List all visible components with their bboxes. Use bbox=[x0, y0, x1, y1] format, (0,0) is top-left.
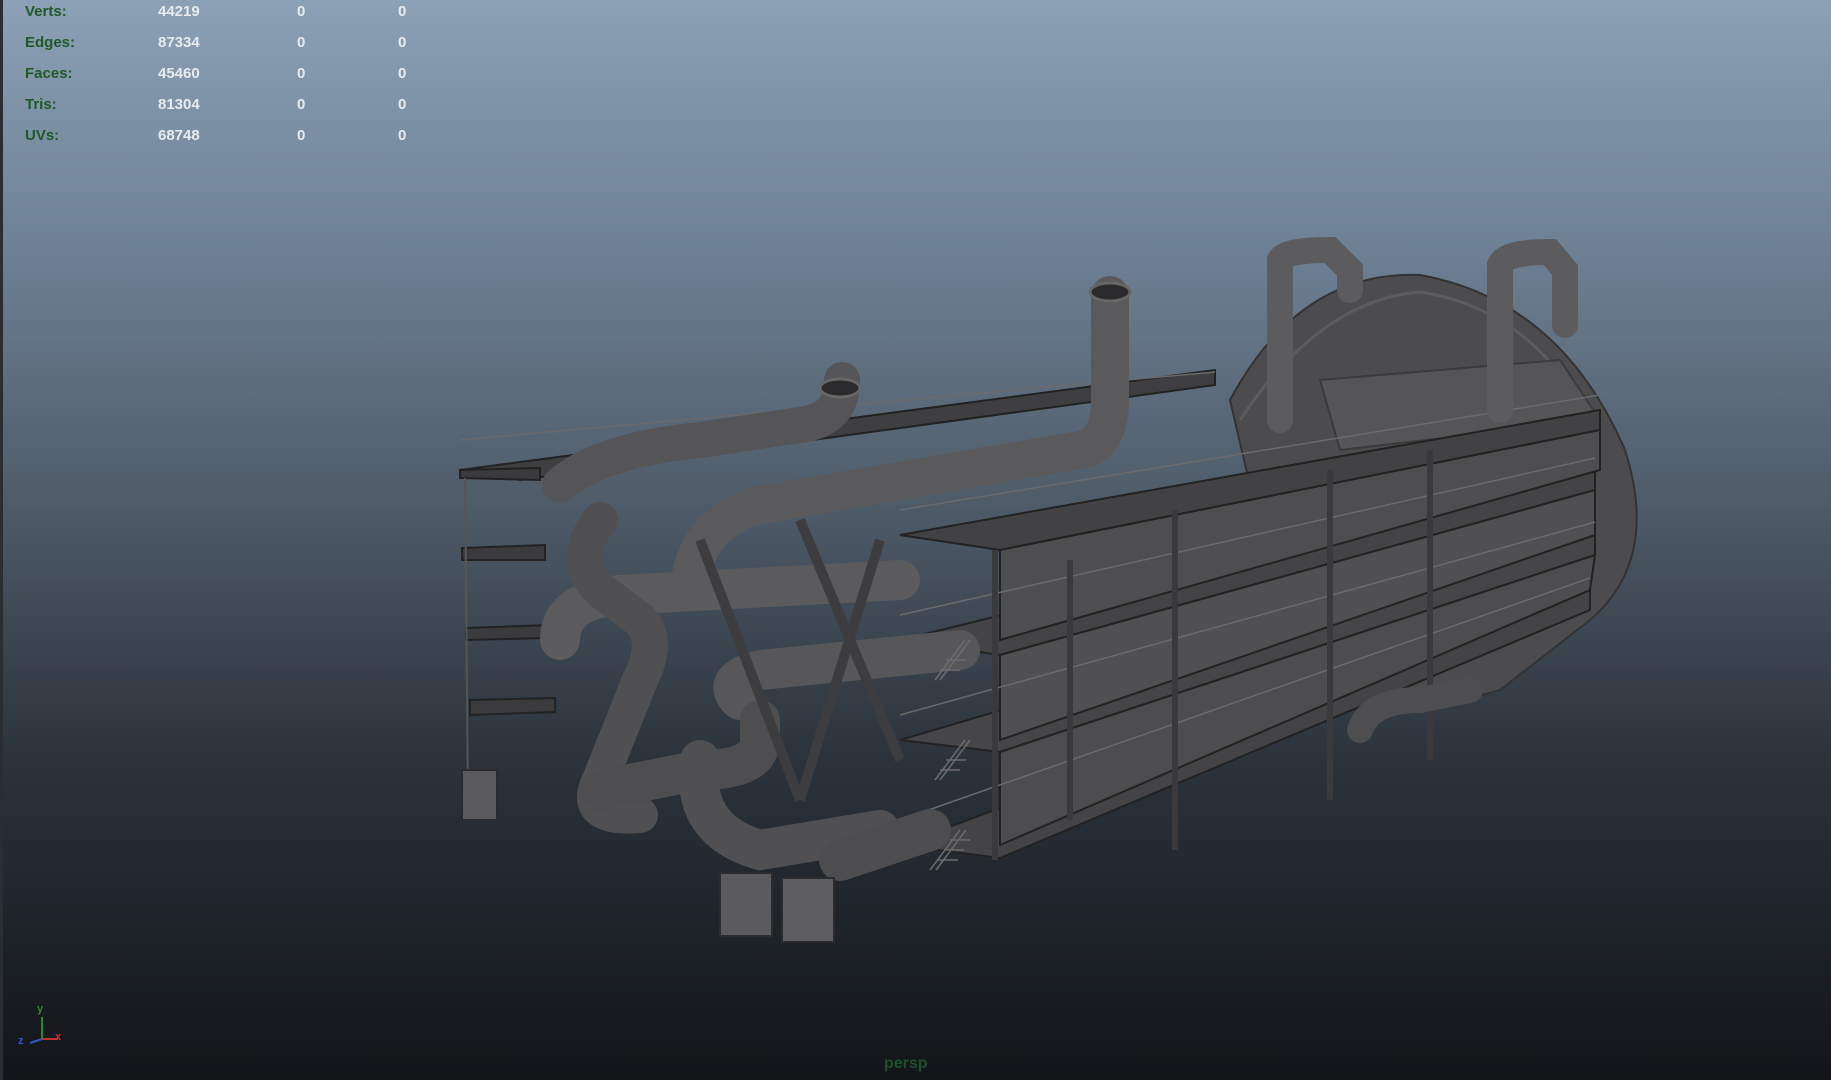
axis-gizmo: y x z bbox=[18, 1003, 74, 1053]
industrial-vessel-model[interactable] bbox=[0, 0, 1831, 1080]
axis-lines-icon bbox=[29, 1017, 58, 1044]
axis-z-label: z bbox=[18, 1035, 24, 1047]
viewport-persp[interactable]: Verts: 44219 0 0 Edges: 87334 0 0 Faces:… bbox=[0, 0, 1831, 1080]
axis-y-label: y bbox=[37, 1003, 44, 1015]
camera-name-label: persp bbox=[884, 1055, 928, 1072]
pipe-openings bbox=[818, 281, 1132, 399]
axis-x-label: x bbox=[55, 1031, 62, 1043]
